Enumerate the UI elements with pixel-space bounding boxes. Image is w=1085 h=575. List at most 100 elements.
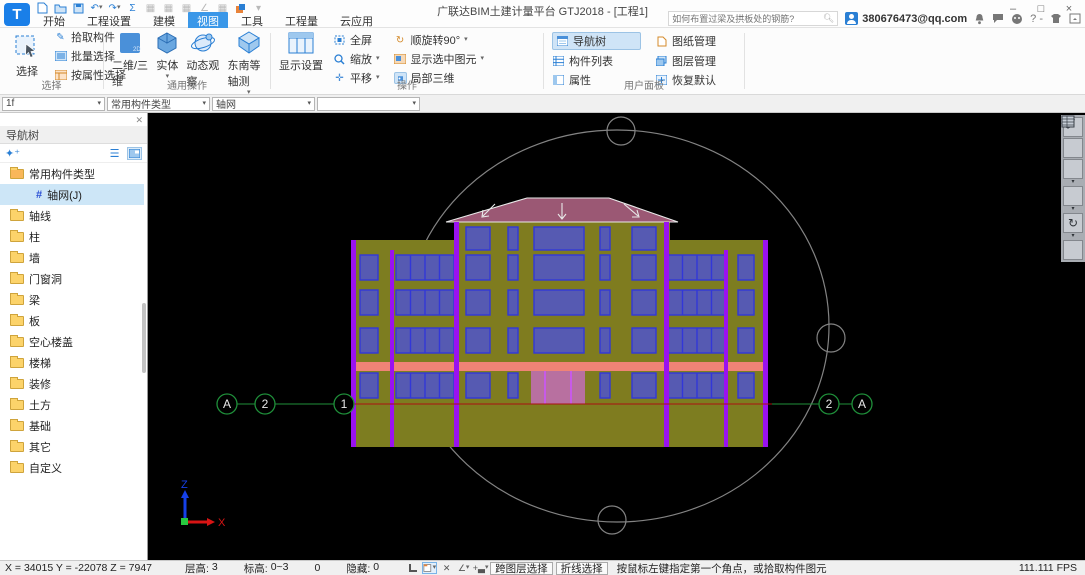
axis-bubble-a-right[interactable]: A [858,397,866,411]
grid-icon: # [36,189,42,201]
navigation-tree: 常用构件类型 #轴网(J) 轴线 柱 墙 门窗洞 梁 板 空心楼盖 楼梯 装修 … [0,163,144,478]
rotate-icon[interactable]: ↻ [1063,213,1083,233]
show-selected-icon [394,53,407,65]
sidebar-scrollbar[interactable] [142,303,146,373]
ribbon-group-select: 选择 ✎拾取构件 批量选择 按属性选择 选择 [0,28,103,94]
layer-management-button[interactable]: 图层管理 [655,53,744,69]
folder-open-icon [10,169,24,179]
tree-item-stairs[interactable]: 楼梯 [0,352,144,373]
folder-icon [10,442,24,452]
angle-snap-icon[interactable]: ∠▾ [456,562,471,574]
category-combo[interactable]: 常用构件类型▾ [107,97,210,111]
tree-item-wall[interactable]: 墙 [0,247,144,268]
tree-item-beam[interactable]: 梁 [0,289,144,310]
bell-icon[interactable] [974,13,985,25]
model-viewport[interactable]: A 2 1 2 A Z X 2D ▾ [148,113,1085,560]
2d3d-icon[interactable]: 2D [1063,138,1083,158]
tab-cloud[interactable]: 云应用 [331,12,382,30]
element-combo[interactable]: 轴网▾ [212,97,315,111]
search-input[interactable] [672,14,823,24]
titlebar-right: 🔍︎ 380676473@qq.com ? - [668,11,1081,26]
select-button[interactable]: 选择 [4,30,50,82]
service-icon[interactable] [1011,13,1023,25]
display-settings-button[interactable]: 显示设置 [279,31,323,73]
floor-combo[interactable]: 1f▾ [2,97,105,111]
pencil-icon: ✎ [54,31,67,43]
fullscreen-button[interactable]: 全屏 [333,32,380,48]
list-view-icon[interactable]: ☰ [107,147,122,160]
tree-item-axis-grid[interactable]: #轴网(J) [0,184,144,205]
tree-item-openings[interactable]: 门窗洞 [0,268,144,289]
help-icon[interactable]: ? - [1030,13,1043,25]
sparkle-icon[interactable]: ✦⁺ [5,147,20,160]
axis-bubble-2-right[interactable]: 2 [826,397,833,411]
help-search[interactable]: 🔍︎ [668,11,838,26]
tree-item-hollow-floor[interactable]: 空心楼盖 [0,331,144,352]
ortho-icon[interactable] [405,562,420,574]
tab-tools[interactable]: 工具 [232,12,272,30]
building-band [352,362,768,371]
snap-settings-icon[interactable]: +▃▾ [473,562,488,574]
cross-layer-select-button[interactable]: 跨图层选择 [490,562,553,575]
axis-bubble-a-left[interactable]: A [223,397,231,411]
tree-item-others[interactable]: 其它 [0,436,144,457]
show-selected-button[interactable]: 显示选中图元▾ [394,51,485,67]
tab-modeling[interactable]: 建模 [144,12,184,30]
rotate90-button[interactable]: ↻顺旋转90°▾ [394,32,485,48]
folder-icon [10,295,24,305]
account-email[interactable]: 380676473@qq.com [862,13,967,25]
nav-tree-icon [556,35,569,47]
collapse-ribbon-icon[interactable] [1069,13,1081,24]
elevation-field: 标高:0~3 [244,561,289,575]
tab-quantities[interactable]: 工程量 [276,12,327,30]
tree-item-earthwork[interactable]: 土方 [0,394,144,415]
navigation-tree-button[interactable]: 导航树 [552,32,641,50]
theme-icon[interactable] [1050,13,1062,24]
chat-icon[interactable] [992,13,1004,24]
display-settings-icon[interactable] [1063,240,1083,260]
isometric-dropdown[interactable]: ▾ [1071,180,1074,185]
tree-item-slab[interactable]: 板 [0,310,144,331]
app-logo[interactable]: T [4,3,30,26]
solid-dropdown[interactable]: ▾ [1071,207,1074,212]
tree-item-decoration[interactable]: 装修 [0,373,144,394]
polyline-select-button[interactable]: 折线选择 [556,562,608,575]
axis-bubble-1[interactable]: 1 [341,397,348,411]
drawing-management-button[interactable]: 图纸管理 [655,32,744,50]
list-icon [54,50,67,62]
panel-view-icon[interactable] [127,147,142,160]
selection-mode-icon[interactable]: ▾ [422,562,437,574]
panel-close-icon[interactable]: ✕ [135,115,143,126]
building-entrance [531,371,585,404]
folder-icon [10,358,24,368]
solid-icon[interactable] [1063,186,1083,206]
rotate-dropdown[interactable]: ▾ [1071,234,1074,239]
tree-item-axis-line[interactable]: 轴线 [0,205,144,226]
extra-combo[interactable]: ▾ [317,97,420,111]
folder-icon [10,253,24,263]
isometric-icon[interactable] [1063,159,1083,179]
element-list-button[interactable]: 构件列表 [552,53,641,69]
tab-start[interactable]: 开始 [34,12,74,30]
solid-button[interactable]: 实体 ▾ [155,31,179,79]
tree-item-column[interactable]: 柱 [0,226,144,247]
tree-item-common-types[interactable]: 常用构件类型 [0,163,144,184]
axis-bubble-2-left[interactable]: 2 [262,397,269,411]
ribbon-group-common: 2D 二维/三维 实体 ▾ 动态观察 东南等轴测 ▾ 通用操作 [104,28,270,94]
group-label-common: 通用操作 [104,77,270,92]
ribbon-tabs: 开始 工程设置 建模 视图 工具 工程量 云应用 [34,13,386,28]
zoom-button[interactable]: 缩放▾ [333,51,380,67]
navigation-tree-panel: ✕ 导航树 ✦⁺ ☰ 常用构件类型 #轴网(J) 轴线 柱 墙 门窗洞 梁 板 … [0,113,148,560]
tree-item-custom[interactable]: 自定义 [0,457,144,478]
folder-icon [10,274,24,284]
folder-icon [10,232,24,242]
ribbon-group-ops: 显示设置 全屏 ↻顺旋转90°▾ 缩放▾ 显示选中图元▾ ✛平移▾ 局部三维 操… [271,28,543,94]
tab-view[interactable]: 视图 [188,12,228,30]
avatar [845,12,858,25]
search-icon[interactable]: 🔍︎ [823,13,834,24]
tree-item-foundation[interactable]: 基础 [0,415,144,436]
titlebar: T ↶▾ ↷▾ Σ ▦ ▦ ▦ ∠ ▦ ▾ 广联达BIM土建计量平台 GTJ20… [0,0,1085,28]
account[interactable]: 380676473@qq.com [845,12,967,25]
clear-selection-icon[interactable]: ✕ [439,562,454,574]
tab-project-settings[interactable]: 工程设置 [78,12,140,30]
